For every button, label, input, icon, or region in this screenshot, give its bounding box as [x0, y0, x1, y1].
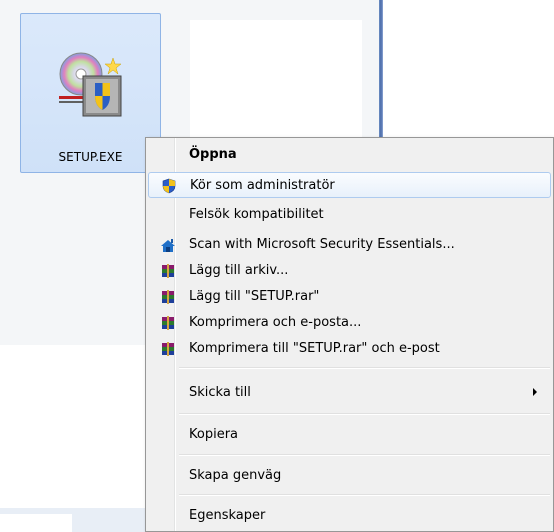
file-item-setup-exe[interactable]: SETUP.EXE	[20, 13, 161, 173]
menu-item-properties[interactable]: Egenskaper	[148, 503, 551, 529]
menu-separator	[179, 454, 550, 456]
security-essentials-icon	[161, 239, 175, 252]
menu-item-add-to-archive[interactable]: Lägg till arkiv...	[148, 258, 551, 284]
uac-shield-icon	[162, 178, 176, 194]
menu-separator	[179, 494, 550, 496]
menu-item-label: Skicka till	[189, 385, 251, 400]
menu-item-compress-and-email[interactable]: Komprimera och e-posta...	[148, 310, 551, 336]
menu-item-label: Skapa genväg	[189, 468, 282, 483]
menu-item-label: Felsök kompatibilitet	[189, 207, 324, 222]
menu-item-troubleshoot-compat[interactable]: Felsök kompatibilitet	[148, 202, 551, 228]
file-name-label: SETUP.EXE	[58, 150, 123, 164]
menu-item-label: Öppna	[189, 147, 237, 162]
menu-item-label: Egenskaper	[189, 508, 266, 523]
menu-item-run-as-admin[interactable]: Kör som administratör	[148, 172, 551, 198]
menu-separator	[179, 367, 550, 369]
winrar-icon	[162, 264, 174, 278]
menu-separator	[179, 413, 550, 415]
menu-item-open[interactable]: Öppna	[148, 142, 551, 168]
winrar-icon	[162, 290, 174, 304]
menu-item-create-shortcut[interactable]: Skapa genväg	[148, 463, 551, 489]
menu-item-label: Komprimera och e-posta...	[189, 315, 362, 330]
menu-item-label: Komprimera till "SETUP.rar" och e-post	[189, 341, 440, 356]
winrar-icon	[162, 316, 174, 330]
setup-installer-icon	[59, 52, 122, 117]
menu-item-label: Lägg till "SETUP.rar"	[189, 289, 320, 304]
winrar-icon	[162, 342, 174, 356]
submenu-arrow-icon	[533, 388, 537, 396]
context-menu: Öppna Kör som administratör Felsök kompa…	[145, 137, 554, 532]
menu-item-label: Kopiera	[189, 427, 239, 442]
menu-item-send-to[interactable]: Skicka till	[148, 380, 551, 406]
menu-item-label: Scan with Microsoft Security Essentials.…	[189, 237, 455, 252]
menu-item-copy[interactable]: Kopiera	[148, 422, 551, 448]
menu-item-compress-to-setup-rar-email[interactable]: Komprimera till "SETUP.rar" och e-post	[148, 336, 551, 362]
menu-item-add-to-setup-rar[interactable]: Lägg till "SETUP.rar"	[148, 284, 551, 310]
window-border	[379, 0, 383, 140]
menu-item-label: Lägg till arkiv...	[189, 263, 289, 278]
status-strip	[0, 508, 150, 532]
menu-item-label: Kör som administratör	[190, 178, 335, 193]
menu-item-scan-mse[interactable]: Scan with Microsoft Security Essentials.…	[148, 232, 551, 258]
